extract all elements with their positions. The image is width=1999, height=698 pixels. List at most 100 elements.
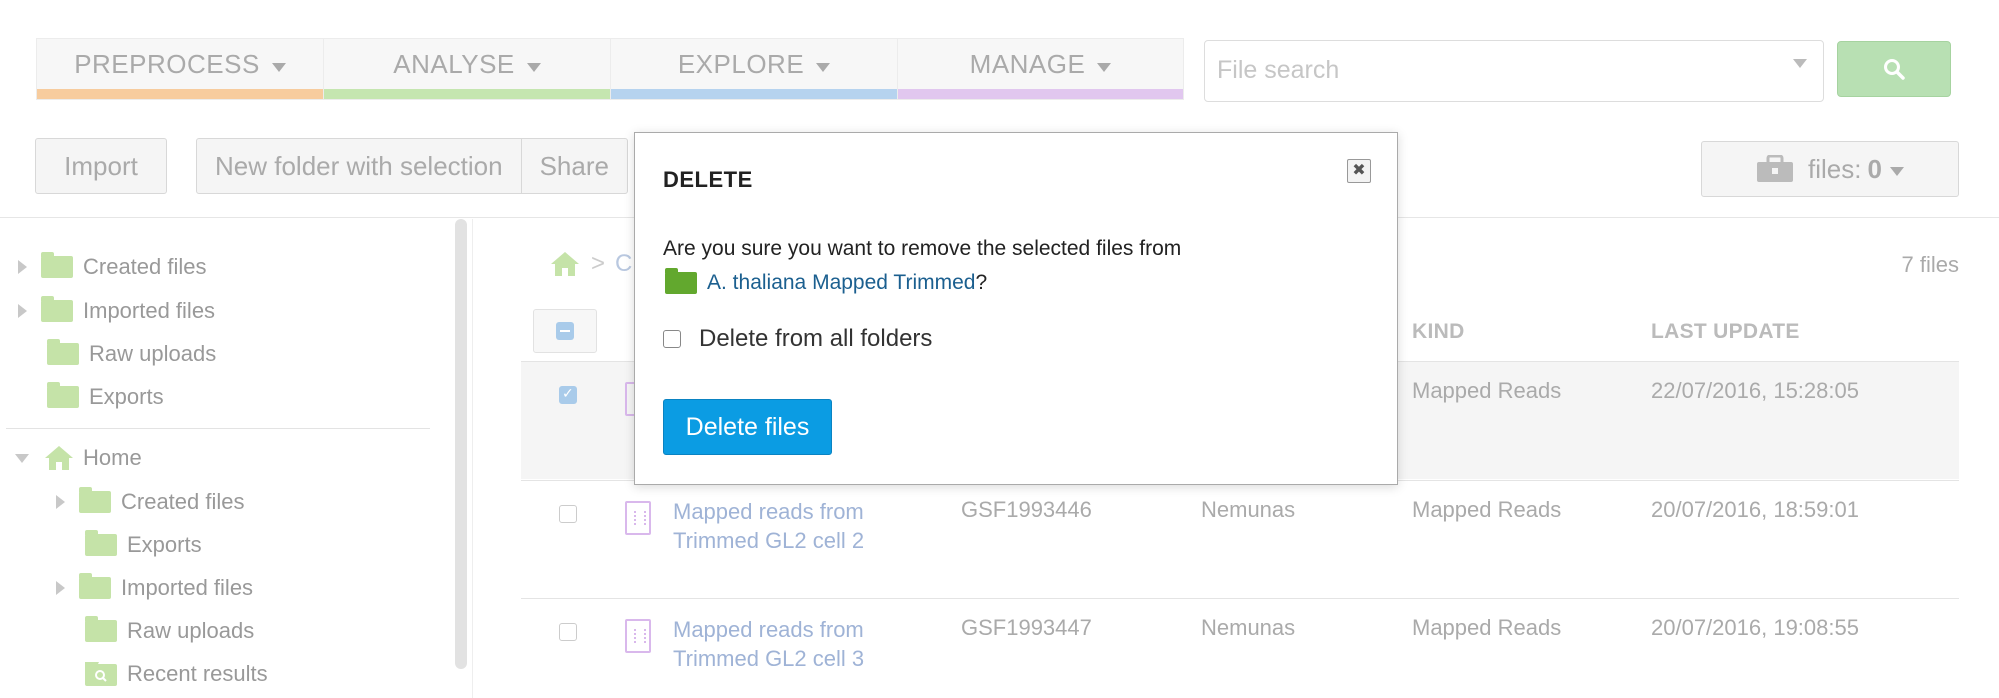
sidebar-item-label: Home <box>83 445 142 470</box>
target-folder-link[interactable]: A. thaliana Mapped Trimmed <box>707 271 975 295</box>
close-icon: ✖ <box>1352 162 1366 179</box>
row-updated: 20/07/2016, 19:08:55 <box>1651 615 1859 640</box>
sidebar-item-home-imported-files[interactable]: Imported files <box>56 573 253 603</box>
expand-arrow-icon[interactable] <box>56 581 65 595</box>
folder-icon <box>41 252 73 278</box>
chevron-down-icon <box>1889 166 1904 176</box>
sidebar-item-recent-results[interactable]: Recent results <box>85 659 268 689</box>
sidebar-item-created-files[interactable]: Created files <box>18 252 207 282</box>
delete-all-folders-checkbox[interactable] <box>663 330 681 348</box>
expand-arrow-icon[interactable] <box>18 304 27 318</box>
search-button[interactable] <box>1837 41 1951 97</box>
sidebar-item-label: Exports <box>127 532 202 557</box>
row-checkbox[interactable] <box>559 505 577 523</box>
folder-icon <box>85 616 117 642</box>
nav-explore[interactable]: EXPLORE <box>610 38 897 100</box>
share-button[interactable]: Share <box>522 139 627 193</box>
sidebar-item-label: Raw uploads <box>127 618 255 643</box>
row-checkbox[interactable] <box>559 385 577 404</box>
sidebar-item-imported-files[interactable]: Imported files <box>18 296 215 326</box>
search-folder-icon <box>85 662 117 686</box>
delete-files-button[interactable]: Delete files <box>663 399 832 455</box>
nav-preprocess[interactable]: PREPROCESS <box>36 38 323 100</box>
sidebar-item-home[interactable]: Home <box>15 443 142 473</box>
sidebar-divider <box>6 428 430 429</box>
sidebar-scrollbar[interactable] <box>455 219 467 669</box>
chevron-down-icon <box>1097 63 1112 72</box>
dialog-question-mark: ? <box>975 271 988 294</box>
collapse-arrow-icon[interactable] <box>15 453 29 463</box>
row-file-name-link[interactable]: Mapped reads from Trimmed GL2 cell 2 <box>673 497 893 555</box>
nav-preprocess-label: PREPROCESS <box>74 49 260 79</box>
nav-explore-accent <box>611 89 897 99</box>
sidebar-item-label: Exports <box>89 384 164 409</box>
folder-icon <box>79 487 111 513</box>
expand-arrow-icon[interactable] <box>18 260 27 274</box>
delete-all-folders-option[interactable]: Delete from all folders <box>663 325 932 353</box>
nav-manage[interactable]: MANAGE <box>897 38 1184 100</box>
sidebar-item-home-raw-uploads[interactable]: Raw uploads <box>85 616 254 646</box>
chevron-down-icon <box>526 63 541 72</box>
sidebar-item-label: Created files <box>83 254 207 279</box>
files-label: files: <box>1808 153 1862 184</box>
main-nav: PREPROCESS ANALYSE EXPLORE MANAGE <box>36 38 1184 100</box>
column-header-last-update[interactable]: LAST UPDATE <box>1651 320 1800 344</box>
file-icon <box>625 501 651 535</box>
breadcrumb-separator: > <box>591 250 606 277</box>
folder-icon <box>41 296 73 322</box>
sidebar-item-raw-uploads[interactable]: Raw uploads <box>47 339 216 369</box>
table-row[interactable]: Mapped reads from Trimmed GL2 cell 3 GSF… <box>521 598 1959 698</box>
chevron-down-icon <box>816 63 831 72</box>
table-row[interactable]: Mapped reads from Trimmed GL2 cell 2 GSF… <box>521 480 1959 598</box>
row-file-name-link[interactable]: Mapped reads from Trimmed GL2 cell 3 <box>673 615 893 673</box>
close-button[interactable]: ✖ <box>1347 159 1371 183</box>
nav-manage-label: MANAGE <box>969 49 1086 79</box>
home-icon <box>45 446 73 470</box>
row-kind: Mapped Reads <box>1412 615 1562 640</box>
nav-preprocess-accent <box>37 89 323 99</box>
home-icon[interactable] <box>549 250 581 278</box>
column-header-kind[interactable]: KIND <box>1412 320 1465 344</box>
sidebar-border <box>472 219 473 698</box>
selection-actions: New folder with selection Share <box>196 138 628 194</box>
row-id: GSF1993447 <box>961 615 1092 640</box>
search-icon <box>1884 59 1905 80</box>
folder-icon <box>665 268 697 294</box>
search-dropdown-icon[interactable] <box>1793 59 1807 68</box>
breadcrumb: > C <box>549 250 632 278</box>
sidebar-item-home-exports[interactable]: Exports <box>85 530 202 560</box>
row-id: GSF1993446 <box>961 497 1092 522</box>
folder-icon <box>85 530 117 556</box>
breadcrumb-folder-link[interactable]: C <box>615 250 632 278</box>
briefcase-icon <box>1757 155 1794 182</box>
dialog-target-folder: A. thaliana Mapped Trimmed? <box>665 268 988 295</box>
folder-icon <box>47 382 79 408</box>
delete-files-button-label: Delete files <box>685 412 810 441</box>
sidebar-item-home-created-files[interactable]: Created files <box>56 487 245 517</box>
folder-icon <box>47 339 79 365</box>
search-input[interactable] <box>1205 41 1745 99</box>
file-search <box>1204 40 1824 102</box>
dialog-message: Are you sure you want to remove the sele… <box>663 237 1182 260</box>
sidebar-item-label: Recent results <box>127 661 268 686</box>
row-kind: Mapped Reads <box>1412 378 1562 403</box>
file-icon <box>625 619 651 653</box>
files-basket-button[interactable]: files: 0 <box>1701 141 1959 197</box>
sidebar-item-label: Imported files <box>83 298 216 323</box>
select-all-checkbox[interactable] <box>533 309 597 353</box>
nav-manage-accent <box>898 89 1183 99</box>
import-button-label: Import <box>64 150 138 181</box>
new-folder-button[interactable]: New folder with selection <box>197 139 522 193</box>
sidebar-item-label: Created files <box>121 489 245 514</box>
expand-arrow-icon[interactable] <box>56 495 65 509</box>
row-kind: Mapped Reads <box>1412 497 1562 522</box>
delete-all-folders-label: Delete from all folders <box>699 325 933 352</box>
sidebar-item-label: Imported files <box>121 575 254 600</box>
sidebar-item-exports[interactable]: Exports <box>47 382 164 412</box>
row-updated: 20/07/2016, 18:59:01 <box>1651 497 1859 522</box>
import-button[interactable]: Import <box>35 138 167 194</box>
nav-analyse[interactable]: ANALYSE <box>323 38 610 100</box>
nav-explore-label: EXPLORE <box>677 49 805 79</box>
row-checkbox[interactable] <box>559 623 577 641</box>
row-owner: Nemunas <box>1201 497 1296 522</box>
